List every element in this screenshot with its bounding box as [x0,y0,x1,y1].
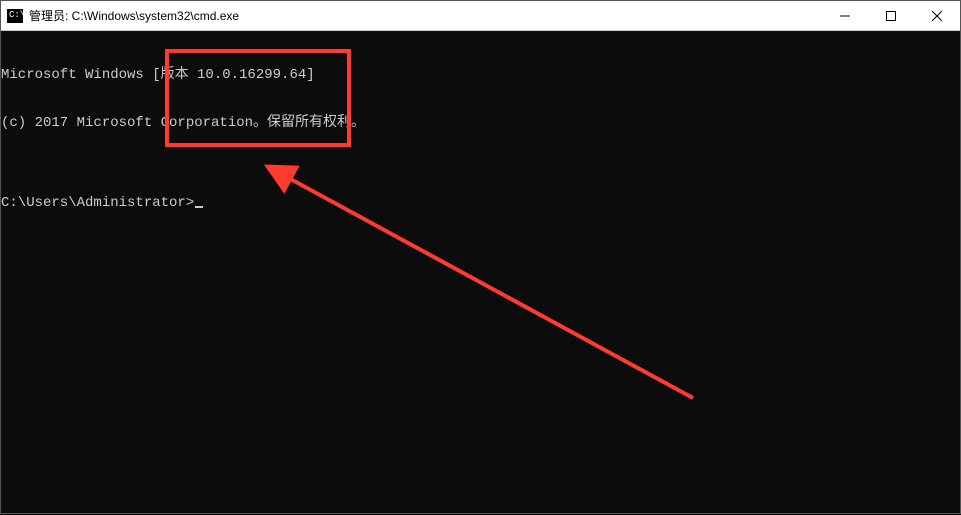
console-prompt: C:\Users\Administrator> [1,195,194,211]
cmd-icon-text: C:\ [9,11,25,20]
cursor-icon [195,206,203,208]
close-icon [932,11,942,21]
minimize-button[interactable] [822,1,868,30]
maximize-icon [886,11,896,21]
minimize-icon [840,11,850,21]
console-prompt-line: C:\Users\Administrator> [1,195,960,211]
titlebar[interactable]: C:\ 管理员: C:\Windows\system32\cmd.exe [1,1,960,31]
maximize-button[interactable] [868,1,914,30]
cmd-window: C:\ 管理员: C:\Windows\system32\cmd.exe [0,0,961,514]
titlebar-left: C:\ 管理员: C:\Windows\system32\cmd.exe [1,7,239,24]
annotation-arrow [1,31,961,515]
window-controls [822,1,960,30]
close-button[interactable] [914,1,960,30]
console-line: (c) 2017 Microsoft Corporation。保留所有权利。 [1,115,960,131]
console-output[interactable]: Microsoft Windows [版本 10.0.16299.64] (c)… [1,31,960,513]
annotation-rectangle [165,49,351,147]
window-title: 管理员: C:\Windows\system32\cmd.exe [29,7,239,24]
console-line: Microsoft Windows [版本 10.0.16299.64] [1,67,960,83]
cmd-icon: C:\ [7,9,23,23]
